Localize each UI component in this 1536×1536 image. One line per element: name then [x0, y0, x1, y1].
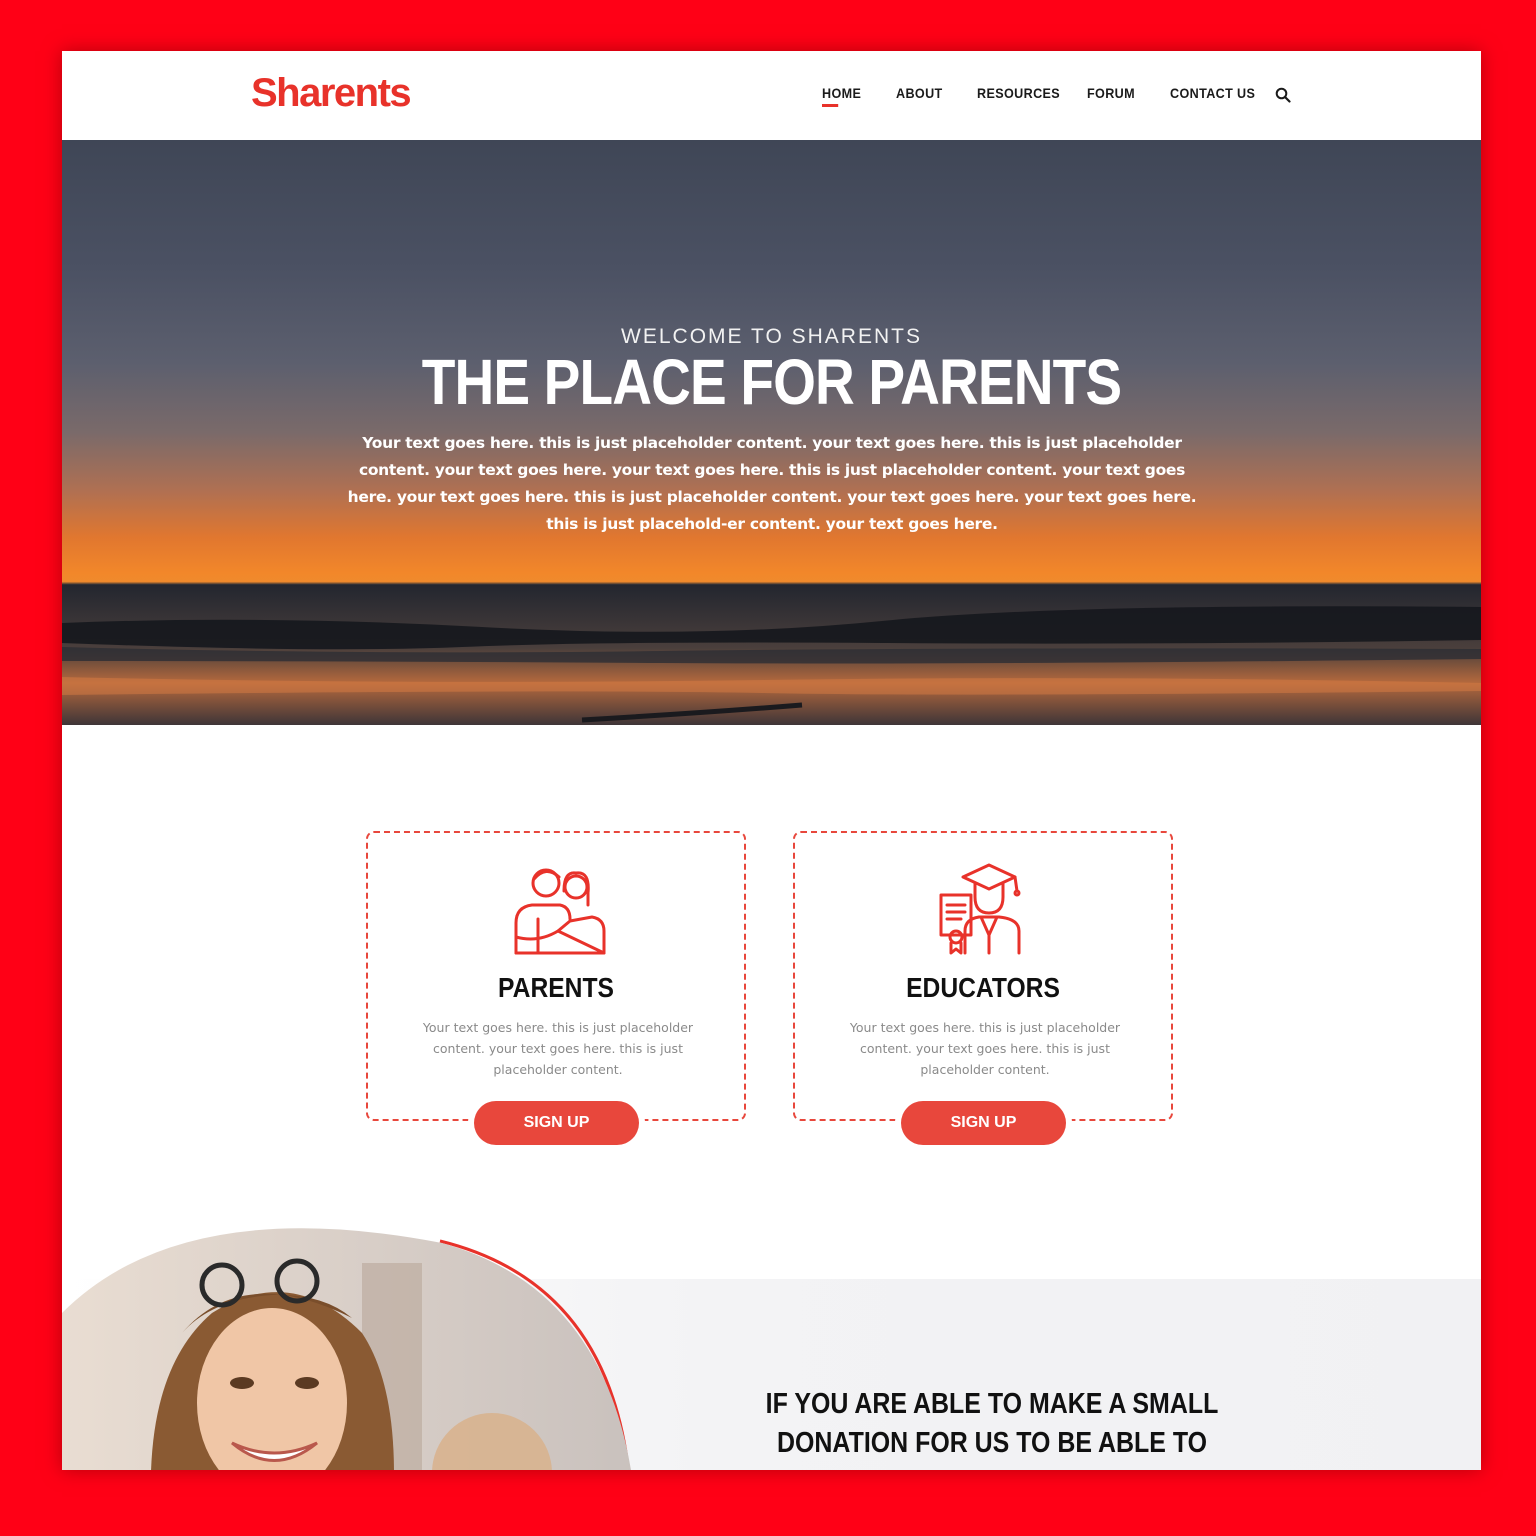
educators-sign-up-button[interactable]: SIGN UP — [901, 1101, 1066, 1145]
card-title: PARENTS — [498, 972, 614, 1003]
donation-heading: IF YOU ARE ABLE TO MAKE A SMALL DONATION… — [765, 1388, 1219, 1470]
site-header: Sharents HOME ABOUT RESOURCES FORUM CONT… — [62, 51, 1481, 140]
parents-sign-up-button[interactable]: SIGN UP — [474, 1101, 639, 1145]
parents-icon — [514, 868, 606, 955]
nav-item-about[interactable]: ABOUT — [896, 85, 943, 101]
hero-description: Your text goes here. this is just placeh… — [347, 434, 1197, 533]
site-logo[interactable]: Sharents — [251, 71, 412, 116]
sea-waves-image — [62, 585, 1481, 725]
nav-item-resources[interactable]: RESOURCES — [977, 85, 1060, 101]
educators-card: EDUCATORS Your text goes here. this is j… — [793, 831, 1173, 1121]
hero-title: THE PLACE FOR PARENTS — [421, 346, 1122, 418]
nav-item-forum[interactable]: FORUM — [1087, 85, 1135, 101]
smiling-woman-photo — [62, 1228, 637, 1470]
search-icon[interactable] — [1275, 87, 1291, 103]
nav-item-contact-us[interactable]: CONTACT US — [1170, 85, 1255, 101]
hero-banner: WELCOME TO SHARENTS THE PLACE FOR PARENT… — [62, 140, 1481, 725]
web-page: Sharents HOME ABOUT RESOURCES FORUM CONT… — [62, 51, 1481, 1470]
card-title: EDUCATORS — [906, 972, 1060, 1003]
nav-item-home[interactable]: HOME — [822, 85, 861, 107]
card-description: Your text goes here. this is just placeh… — [422, 1020, 694, 1077]
parents-card: PARENTS Your text goes here. this is jus… — [366, 831, 746, 1121]
card-description: Your text goes here. this is just placeh… — [849, 1020, 1121, 1077]
graduate-icon — [939, 863, 1021, 955]
